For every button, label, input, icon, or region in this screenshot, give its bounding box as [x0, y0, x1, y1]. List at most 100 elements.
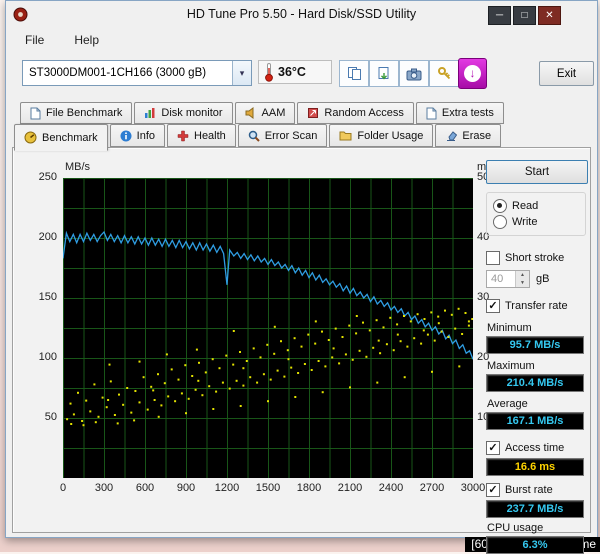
- x-axis-tick-label: 1200: [214, 482, 240, 494]
- read-radio-row[interactable]: Read: [493, 198, 579, 214]
- exit-button[interactable]: Exit: [539, 61, 594, 86]
- start-button[interactable]: Start: [486, 160, 588, 184]
- access-time-dot: [355, 332, 358, 335]
- minimize-button[interactable]: ─: [488, 6, 511, 25]
- tab-label: Erase: [462, 129, 492, 142]
- app-window: HD Tune Pro 5.50 - Hard Disk/SSD Utility…: [5, 0, 598, 554]
- write-radio-row[interactable]: Write: [493, 214, 579, 230]
- access-time-checkbox[interactable]: ✓: [486, 441, 500, 455]
- x-axis-tick-label: 2100: [337, 482, 363, 494]
- read-radio[interactable]: [493, 199, 507, 213]
- access-time-dot: [138, 360, 141, 363]
- tab-random-access[interactable]: Random Access: [297, 102, 414, 124]
- menu-file[interactable]: File: [23, 32, 46, 48]
- access-time-dot: [294, 396, 297, 398]
- temperature-display: 36°C: [258, 60, 332, 84]
- access-time-dot: [184, 364, 187, 367]
- menu-help[interactable]: Help: [72, 32, 101, 48]
- download-button[interactable]: ↓: [458, 58, 487, 89]
- access-time-dot: [150, 385, 153, 388]
- short-stroke-spinner[interactable]: 40 ▲ ▼: [486, 270, 530, 288]
- access-time-dot: [317, 360, 320, 362]
- short-stroke-row[interactable]: Short stroke: [486, 250, 586, 266]
- transfer-rate-row[interactable]: ✓ Transfer rate: [486, 298, 586, 314]
- access-time-dot: [232, 330, 235, 332]
- maximize-button[interactable]: □: [513, 6, 536, 25]
- minimum-label: Minimum: [487, 322, 532, 334]
- tab-error-scan[interactable]: Error Scan: [237, 124, 328, 147]
- access-time-dot: [165, 353, 168, 356]
- access-time-dot: [276, 369, 279, 372]
- access-time-dot: [191, 375, 194, 377]
- access-time-dot: [113, 414, 116, 416]
- tab-folder-usage[interactable]: Folder Usage: [329, 124, 434, 147]
- access-time-dot: [300, 345, 303, 348]
- access-time-dot: [273, 325, 276, 328]
- dropdown-arrow-icon[interactable]: ▾: [232, 61, 251, 85]
- access-time-dot: [239, 351, 241, 353]
- write-radio[interactable]: [493, 215, 507, 229]
- tab-info[interactable]: Info: [109, 124, 165, 147]
- access-time-dot: [266, 343, 269, 346]
- tab-disk-monitor[interactable]: Disk monitor: [134, 102, 233, 124]
- access-time-dot: [372, 346, 375, 349]
- access-time-dot: [379, 352, 382, 355]
- access-time-value: 16.6 ms: [486, 458, 584, 476]
- access-time-dot: [303, 363, 306, 365]
- access-time-dot: [82, 424, 85, 427]
- drive-selector[interactable]: ST3000DM001-1CH166 (3000 gB) ▾: [22, 60, 252, 86]
- options-key-icon: [437, 67, 450, 80]
- tab-extra-tests[interactable]: Extra tests: [415, 102, 504, 124]
- burst-rate-checkbox[interactable]: ✓: [486, 483, 500, 497]
- access-time-dot: [389, 316, 392, 319]
- health-cross-icon: [177, 130, 189, 141]
- tab-benchmark[interactable]: Benchmark: [14, 124, 108, 151]
- copy-button[interactable]: [339, 60, 369, 87]
- short-stroke-value: 40: [491, 273, 504, 285]
- temperature-value: 36°C: [278, 65, 306, 79]
- tab-aam[interactable]: AAM: [234, 102, 296, 124]
- tab-health[interactable]: Health: [167, 124, 236, 147]
- tab-erase[interactable]: Erase: [435, 124, 502, 147]
- benchmark-chart-area: MB/s ms 250 200 150 100 50 50 40 30 20 10 0 300 600 9…: [13, 148, 500, 508]
- title-bar[interactable]: HD Tune Pro 5.50 - Hard Disk/SSD Utility…: [6, 1, 597, 28]
- options-button[interactable]: [429, 60, 459, 87]
- tab-label: Benchmark: [42, 131, 98, 144]
- spin-up-icon[interactable]: ▲: [516, 271, 529, 279]
- access-time-dot: [416, 313, 419, 316]
- access-time-dot: [457, 307, 460, 310]
- short-stroke-size-row: 40 ▲ ▼ gB: [486, 270, 586, 288]
- burst-rate-row[interactable]: ✓ Burst rate: [486, 482, 586, 498]
- x-axis-tick-label: 0: [59, 482, 67, 494]
- access-time-dot: [444, 309, 446, 312]
- spin-down-icon[interactable]: ▼: [516, 279, 529, 287]
- save-image-button[interactable]: [369, 60, 399, 87]
- access-time-dot: [344, 353, 347, 356]
- access-time-dot: [269, 378, 272, 381]
- access-time-dot: [249, 376, 252, 379]
- short-stroke-checkbox[interactable]: [486, 251, 500, 265]
- transfer-rate-checkbox[interactable]: ✓: [486, 299, 500, 313]
- tab-file-benchmark[interactable]: File Benchmark: [20, 102, 133, 124]
- access-time-dot: [232, 363, 235, 366]
- close-button[interactable]: ✕: [538, 6, 561, 25]
- spinner-arrows[interactable]: ▲ ▼: [515, 271, 529, 287]
- access-time-dot: [109, 380, 112, 383]
- access-time-dot: [396, 333, 399, 336]
- access-time-dot: [403, 376, 406, 379]
- access-time-dot: [464, 312, 467, 314]
- access-time-dot: [218, 367, 221, 370]
- access-time-dot: [256, 381, 259, 384]
- access-time-dot: [122, 403, 125, 406]
- access-time-dot: [133, 419, 136, 422]
- access-time-dot: [97, 415, 100, 418]
- info-icon: [120, 130, 132, 141]
- access-time-dot: [211, 358, 214, 361]
- access-time-dot: [77, 391, 79, 394]
- screenshot-button[interactable]: [399, 60, 429, 87]
- access-time-dot: [375, 319, 378, 322]
- maximum-value: 210.4 MB/s: [486, 374, 584, 392]
- access-time-dot: [324, 365, 327, 368]
- average-label: Average: [487, 398, 528, 410]
- access-time-row[interactable]: ✓ Access time: [486, 440, 586, 456]
